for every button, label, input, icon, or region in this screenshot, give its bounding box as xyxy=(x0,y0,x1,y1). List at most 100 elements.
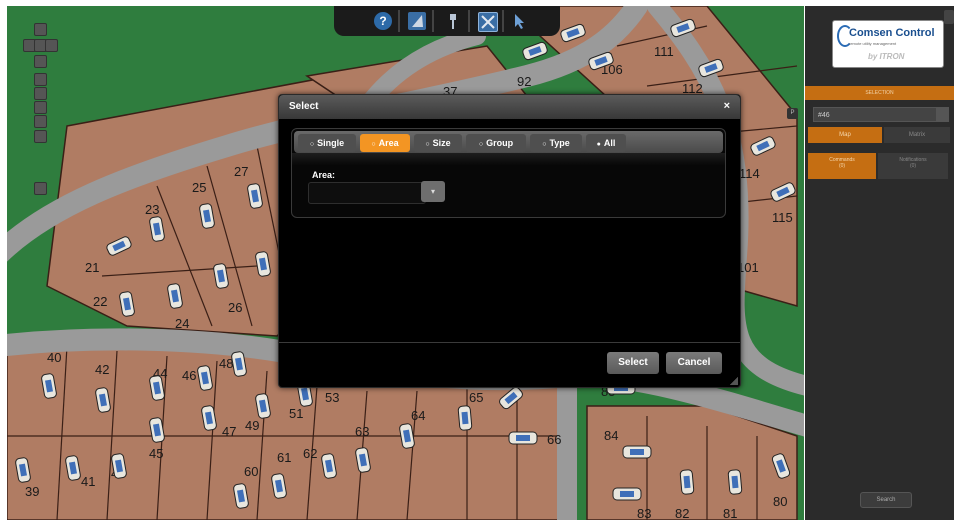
zoom-extent-button[interactable] xyxy=(34,130,47,143)
pan-down-button[interactable] xyxy=(34,55,47,68)
cursor-icon[interactable] xyxy=(510,12,528,30)
lot-number: 42 xyxy=(95,362,109,377)
chevron-down-icon[interactable]: ▾ xyxy=(421,181,445,202)
zoom-level-1[interactable] xyxy=(34,87,47,100)
tab-content-header xyxy=(292,153,725,165)
tab-area[interactable]: ○ Area xyxy=(360,134,410,152)
help-icon[interactable]: ? xyxy=(374,12,392,30)
meter-icon[interactable] xyxy=(522,41,549,61)
lot-number: 49 xyxy=(245,418,259,433)
chevron-down-icon[interactable] xyxy=(936,107,949,122)
selection-header: SELECTION xyxy=(805,86,954,100)
meter-icon[interactable] xyxy=(622,445,652,459)
cancel-button[interactable]: Cancel xyxy=(666,352,722,374)
meter-icon[interactable] xyxy=(508,431,538,445)
tab-group-label: Group xyxy=(486,138,514,148)
tab-size-label: Size xyxy=(432,138,451,148)
tab-notifications[interactable]: Notifications (0) xyxy=(878,153,948,179)
tab-group[interactable]: ○ Group xyxy=(466,134,526,152)
meter-icon[interactable] xyxy=(612,487,642,501)
pin-icon[interactable] xyxy=(444,12,462,30)
lot-number: 65 xyxy=(469,390,483,405)
logo-text: Comsen Control xyxy=(849,27,935,39)
lot-number: 41 xyxy=(81,474,95,489)
area-label: Area: xyxy=(312,170,336,180)
lot-number: 39 xyxy=(25,484,39,499)
tab-type[interactable]: ○ Type xyxy=(530,134,582,152)
resize-grip-icon[interactable] xyxy=(730,377,738,385)
pan-up-button[interactable] xyxy=(34,23,47,36)
sidebar-collapse-button[interactable] xyxy=(944,10,954,24)
selection-dropdown[interactable]: #46 xyxy=(813,107,949,122)
lot-number: 81 xyxy=(723,506,737,520)
lot-number: 48 xyxy=(219,356,233,371)
dialog-title: Select xyxy=(289,101,319,112)
top-toolbar: ? xyxy=(334,6,560,36)
selection-mode-tabs: ○ Single ○ Area ○ Size ○ Group ○ Type ● All xyxy=(294,131,723,153)
zoom-level-2[interactable] xyxy=(34,101,47,114)
selection-panel: ○ Single ○ Area ○ Size ○ Group ○ Type ● All Ar… xyxy=(291,128,726,218)
meter-icon[interactable] xyxy=(679,469,695,495)
area-select[interactable] xyxy=(308,182,426,204)
radio-icon: ○ xyxy=(478,141,484,148)
close-icon[interactable]: × xyxy=(724,100,730,112)
tab-commands[interactable]: Commands (0) xyxy=(808,153,876,179)
radio-icon: ○ xyxy=(542,141,547,148)
dialog-titlebar[interactable]: Select × xyxy=(279,95,740,119)
layer-toggle-button[interactable] xyxy=(34,182,47,195)
tab-commands-count: (0) xyxy=(838,163,846,169)
lot-number: 24 xyxy=(175,316,189,331)
lot-number: 115 xyxy=(772,210,793,225)
lot-number: 64 xyxy=(411,408,425,423)
lot-number: 27 xyxy=(234,164,248,179)
lot-number: 47 xyxy=(222,424,236,439)
lot-number: 80 xyxy=(773,494,787,509)
tab-area-label: Area xyxy=(378,138,399,148)
meter-icon[interactable] xyxy=(727,469,743,495)
dialog-divider xyxy=(279,342,740,343)
tab-all[interactable]: ● All xyxy=(586,134,626,152)
lot-number: 61 xyxy=(277,450,291,465)
toolbar-separator xyxy=(398,10,400,32)
select-dialog: Select × ○ Single ○ Area ○ Size ○ Group ○ Typ… xyxy=(278,94,741,388)
lot-number: 46 xyxy=(182,368,196,383)
toolbar-separator xyxy=(502,10,504,32)
pan-right-button[interactable] xyxy=(45,39,58,52)
zoom-out-button[interactable] xyxy=(34,115,47,128)
lot-number: 111 xyxy=(654,44,674,59)
lot-number: 63 xyxy=(355,424,369,439)
tab-single[interactable]: ○ Single xyxy=(298,134,356,152)
lot-number: 84 xyxy=(604,428,618,443)
tab-notifications-count: (0) xyxy=(909,163,917,169)
lot-number: 23 xyxy=(145,202,159,217)
parking-marker[interactable]: P xyxy=(787,108,798,119)
tab-all-label: All xyxy=(603,138,616,148)
lot-number: 62 xyxy=(303,446,317,461)
lot-number: 92 xyxy=(517,74,531,89)
lot-number: 45 xyxy=(149,446,163,461)
toolbar-separator xyxy=(432,10,434,32)
lot-number: 66 xyxy=(547,432,561,447)
tab-map[interactable]: Map xyxy=(808,127,882,143)
lot-number: 25 xyxy=(192,180,206,195)
tab-type-label: Type xyxy=(549,138,570,148)
radio-icon: ○ xyxy=(425,141,430,148)
radio-icon: ○ xyxy=(371,141,376,148)
lot-number: 22 xyxy=(93,294,107,309)
toolbar-separator xyxy=(468,10,470,32)
lot-number: 40 xyxy=(47,350,61,365)
lot-number: 60 xyxy=(244,464,258,479)
meter-icon[interactable] xyxy=(457,405,473,431)
zoom-in-button[interactable] xyxy=(34,73,47,86)
tab-matrix[interactable]: Matrix xyxy=(884,127,950,143)
tools-icon[interactable] xyxy=(478,12,498,32)
lot-number: 21 xyxy=(85,260,99,275)
tab-single-label: Single xyxy=(317,138,345,148)
select-button[interactable]: Select xyxy=(607,352,659,374)
lot-number: 51 xyxy=(289,406,303,421)
tab-size[interactable]: ○ Size xyxy=(414,134,462,152)
brand-byline: by ITRON xyxy=(868,52,905,61)
search-button[interactable]: Search xyxy=(860,492,912,508)
flag-icon[interactable] xyxy=(408,12,426,30)
lot-number: 82 xyxy=(675,506,689,520)
